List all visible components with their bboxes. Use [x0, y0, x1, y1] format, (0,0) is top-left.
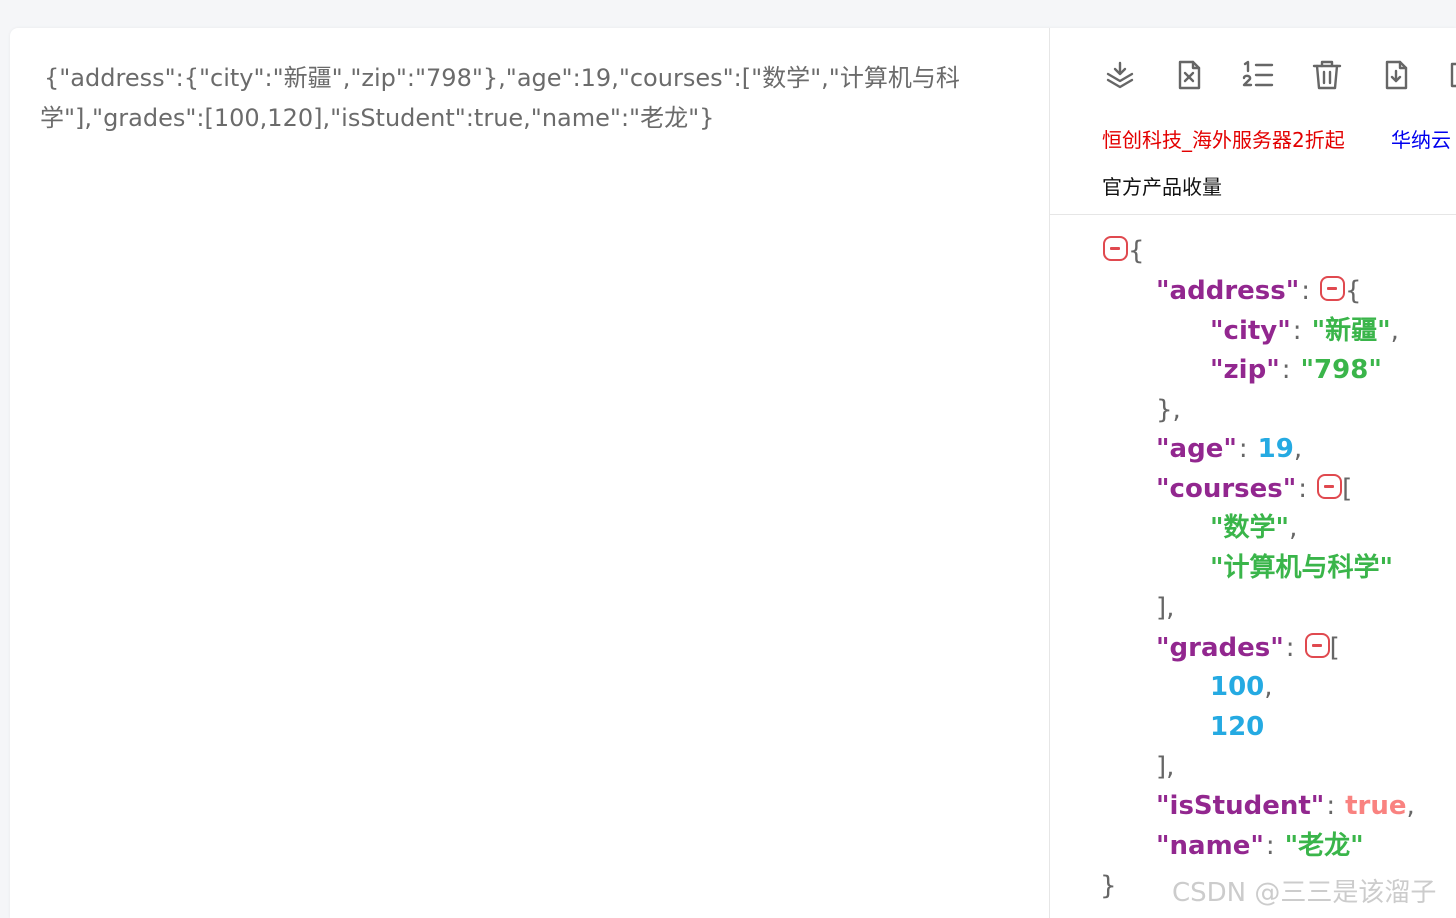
collapse-courses-toggle-icon[interactable]	[1317, 474, 1343, 499]
key-city: "city"	[1210, 316, 1291, 346]
ad-link-hengchuang[interactable]: 恒创科技_海外服务器2折起	[1102, 124, 1345, 153]
value-course-1: "计算机与科学"	[1210, 553, 1394, 583]
key-isStudent: "isStudent"	[1156, 791, 1325, 821]
trash-icon[interactable]	[1310, 58, 1344, 92]
toolbar-divider	[1050, 214, 1456, 215]
tree-course-0: "数学",	[1210, 513, 1298, 543]
key-address: "address"	[1156, 276, 1300, 306]
value-course-0: "数学"	[1210, 513, 1290, 543]
toolbar	[1103, 58, 1456, 94]
tree-isStudent-line: "isStudent": true,	[1156, 791, 1415, 821]
official-products-link[interactable]: 官方产品收量	[1102, 171, 1222, 200]
clear-file-icon[interactable]	[1172, 58, 1206, 92]
tree-grade-0: 100,	[1210, 672, 1273, 702]
tree-grades-line: "grades":[	[1156, 633, 1340, 663]
key-courses: "courses"	[1156, 474, 1297, 504]
collapse-root-toggle-icon[interactable]	[1103, 236, 1128, 261]
tree-courses-line: "courses":[	[1156, 474, 1353, 504]
collapse-grades-toggle-icon[interactable]	[1304, 633, 1330, 658]
value-name: "老龙"	[1284, 831, 1364, 861]
value-grade-0: 100	[1210, 672, 1265, 702]
value-city: "新疆"	[1311, 316, 1391, 346]
value-isStudent: true	[1345, 791, 1407, 821]
tree-grade-1: 120	[1210, 707, 1264, 747]
ad-links: 恒创科技_海外服务器2折起 华纳云	[1102, 124, 1456, 154]
ordered-list-icon[interactable]	[1241, 58, 1275, 92]
key-name: "name"	[1156, 831, 1264, 861]
panel-divider[interactable]	[1049, 28, 1050, 918]
tree-address-line: "address":{	[1156, 276, 1362, 306]
key-grades: "grades"	[1156, 633, 1284, 663]
tree-name-line: "name": "老龙"	[1156, 831, 1364, 861]
tree-zip-line: "zip": "798"	[1210, 355, 1382, 385]
tree-root-line: {	[1103, 231, 1145, 271]
key-zip: "zip"	[1210, 355, 1280, 385]
ad-link-huanayun[interactable]: 华纳云	[1391, 124, 1451, 153]
tree-grades-close: ],	[1156, 752, 1175, 782]
copy-icon[interactable]	[1448, 58, 1456, 92]
key-age: "age"	[1156, 434, 1237, 464]
value-grade-1: 120	[1210, 712, 1265, 742]
value-age: 19	[1257, 434, 1294, 464]
collapse-address-toggle-icon[interactable]	[1320, 276, 1346, 301]
tree-course-1: "计算机与科学"	[1210, 548, 1393, 588]
tree-address-close: },	[1156, 395, 1181, 425]
tree-courses-close: ],	[1156, 593, 1175, 623]
compress-download-icon[interactable]	[1103, 58, 1137, 92]
csdn-watermark: CSDN @三三是该溜子	[1172, 878, 1437, 908]
value-zip: "798"	[1300, 355, 1382, 385]
tree-root-close: }	[1100, 871, 1117, 901]
tree-age-line: "age": 19,	[1156, 434, 1303, 464]
raw-json-input[interactable]: {"address":{"city":"新疆","zip":"798"},"ag…	[40, 58, 1000, 138]
file-download-icon[interactable]	[1379, 58, 1413, 92]
tree-city-line: "city": "新疆",	[1210, 316, 1399, 346]
